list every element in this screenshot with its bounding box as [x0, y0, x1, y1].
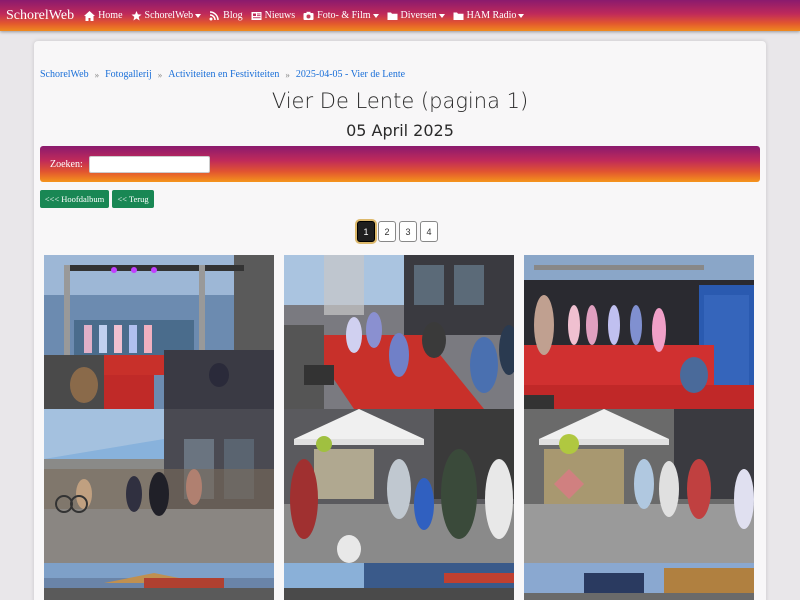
page-date: 05 April 2025	[346, 121, 454, 140]
nav-ham-radio[interactable]: HAM Radio	[453, 10, 525, 21]
folder-icon	[453, 12, 464, 20]
photo-thumbnail[interactable]	[44, 409, 274, 563]
breadcrumb-link-home[interactable]: SchorelWeb	[40, 69, 89, 80]
nav-home-label: Home	[98, 10, 123, 21]
page-link-4[interactable]: 4	[420, 221, 438, 242]
newspaper-icon	[251, 11, 262, 20]
photo-thumbnail[interactable]	[284, 255, 514, 409]
nav-nieuws-label: Nieuws	[264, 10, 296, 21]
nav-schorelweb[interactable]: SchorelWeb	[131, 10, 202, 21]
star-icon	[131, 10, 142, 20]
search-label: Zoeken:	[50, 158, 83, 170]
nav-diversen[interactable]: Diversen	[387, 10, 445, 21]
folder-icon	[387, 12, 398, 20]
photo-thumbnail[interactable]	[524, 563, 754, 600]
search-input[interactable]	[88, 155, 210, 173]
chevron-down-icon	[518, 13, 525, 18]
nav-home[interactable]: Home	[84, 10, 123, 21]
nav-nieuws[interactable]: Nieuws	[251, 10, 296, 21]
nav-ham-radio-label: HAM Radio	[466, 10, 517, 21]
page-link-1[interactable]: 1	[357, 221, 375, 242]
breadcrumb: SchorelWeb » Fotogallerij » Activiteiten…	[40, 69, 405, 80]
photo-thumbnail[interactable]	[524, 409, 754, 563]
camera-icon	[303, 11, 314, 20]
nav-foto-film[interactable]: Foto- & Film	[303, 10, 379, 21]
brand-link[interactable]: SchorelWeb	[6, 8, 74, 24]
chevron-down-icon	[195, 13, 202, 18]
nav-foto-film-label: Foto- & Film	[317, 10, 371, 21]
photo-thumbnail[interactable]	[44, 255, 274, 409]
nav-blog[interactable]: Blog	[209, 10, 243, 21]
back-button[interactable]: << Terug	[112, 190, 154, 208]
photo-thumbnail[interactable]	[284, 409, 514, 563]
photo-thumbnail[interactable]	[44, 563, 274, 600]
breadcrumb-link-activiteiten[interactable]: Activiteiten en Festiviteiten	[168, 69, 279, 80]
top-navbar: SchorelWeb Home SchorelWeb Blog Nieuws F…	[0, 0, 800, 31]
chevron-down-icon	[438, 13, 445, 18]
breadcrumb-link-fotogallerij[interactable]: Fotogallerij	[105, 69, 152, 80]
breadcrumb-separator: »	[94, 69, 100, 80]
page-title: Vier De Lente (pagina 1)	[271, 89, 529, 113]
photo-thumbnail[interactable]	[284, 563, 514, 600]
page-link-2[interactable]: 2	[378, 221, 396, 242]
content-card: SchorelWeb » Fotogallerij » Activiteiten…	[34, 41, 766, 600]
nav-schorelweb-label: SchorelWeb	[144, 10, 194, 21]
breadcrumb-separator: »	[285, 69, 290, 80]
nav-diversen-label: Diversen	[400, 10, 437, 21]
main-album-button[interactable]: <<< Hoofdalbum	[40, 190, 109, 208]
search-bar: Zoeken:	[40, 146, 760, 182]
home-icon	[84, 10, 96, 21]
breadcrumb-separator: »	[157, 69, 163, 80]
pagination: 1 2 3 4	[357, 221, 438, 242]
chevron-down-icon	[372, 13, 379, 18]
nav-blog-label: Blog	[223, 10, 243, 21]
photo-thumbnail[interactable]	[524, 255, 754, 409]
page-link-3[interactable]: 3	[399, 221, 417, 242]
rss-icon	[209, 10, 219, 20]
breadcrumb-link-album[interactable]: 2025-04-05 - Vier de Lente	[296, 69, 405, 80]
